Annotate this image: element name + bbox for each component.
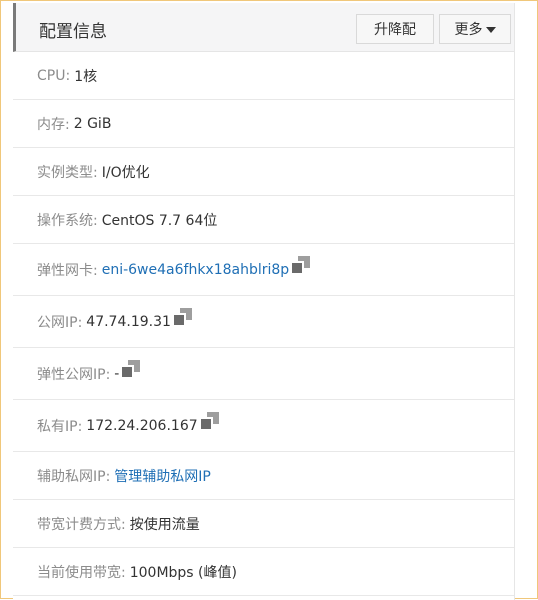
manage-secondary-ip-link[interactable]: 管理辅助私网IP — [114, 466, 211, 486]
row-eni: 弹性网卡: eni-6we4a6fhkx18ahblri8p — [13, 244, 514, 296]
row-bandwidth: 当前使用带宽: 100Mbps (峰值) — [13, 548, 514, 596]
public-ip-label: 公网IP: — [37, 314, 83, 331]
memory-label: 内存: — [37, 116, 70, 133]
config-info-panel: 配置信息 升降配 更多 CPU: 1核 内存: 2 GiB 实例类型: I/O优… — [13, 3, 515, 600]
row-public-ip: 公网IP: 47.74.19.31 — [13, 296, 514, 348]
caret-down-icon — [485, 27, 496, 33]
os-label: 操作系统: — [37, 212, 98, 229]
row-billing-method: 带宽计费方式: 按使用流量 — [13, 500, 514, 548]
row-eip: 弹性公网IP: - — [13, 348, 514, 400]
row-instance-type: 实例类型: I/O优化 — [13, 148, 514, 196]
upgrade-downgrade-label: 升降配 — [374, 22, 416, 38]
cpu-label: CPU: — [37, 67, 71, 84]
eip-value: - — [114, 365, 120, 382]
more-label: 更多 — [454, 22, 483, 38]
bandwidth-label: 当前使用带宽: — [37, 564, 126, 581]
row-secondary-ip: 辅助私网IP: 管理辅助私网IP — [13, 452, 514, 500]
os-value: CentOS 7.7 64位 — [101, 212, 218, 229]
row-memory: 内存: 2 GiB — [13, 100, 514, 148]
more-button[interactable]: 更多 — [439, 14, 511, 44]
row-os: 操作系统: CentOS 7.7 64位 — [13, 196, 514, 244]
private-ip-label: 私有IP: — [37, 418, 83, 435]
billing-method-value: 按使用流量 — [129, 516, 200, 533]
panel-title: 配置信息 — [39, 22, 107, 42]
eni-link[interactable]: eni-6we4a6fhkx18ahblri8p — [102, 262, 289, 278]
instance-type-label: 实例类型: — [37, 164, 98, 181]
upgrade-downgrade-button[interactable]: 升降配 — [356, 14, 434, 44]
memory-value: 2 GiB — [73, 115, 112, 132]
copy-icon[interactable] — [292, 256, 311, 273]
eip-label: 弹性公网IP: — [37, 366, 111, 383]
panel-header: 配置信息 升降配 更多 — [13, 3, 514, 52]
public-ip-value: 47.74.19.31 — [86, 313, 171, 330]
secondary-ip-label: 辅助私网IP: — [37, 468, 111, 485]
copy-icon[interactable] — [200, 412, 219, 429]
copy-icon[interactable] — [173, 308, 192, 325]
row-cpu: CPU: 1核 — [13, 52, 514, 100]
row-private-ip: 私有IP: 172.24.206.167 — [13, 400, 514, 452]
eni-label: 弹性网卡: — [37, 262, 98, 279]
cpu-value: 1核 — [74, 68, 98, 85]
copy-icon[interactable] — [122, 360, 141, 377]
billing-method-label: 带宽计费方式: — [37, 516, 126, 533]
instance-type-value: I/O优化 — [101, 164, 150, 181]
window-frame: 配置信息 升降配 更多 CPU: 1核 内存: 2 GiB 实例类型: I/O优… — [0, 0, 538, 600]
private-ip-value: 172.24.206.167 — [86, 417, 198, 434]
bandwidth-value: 100Mbps (峰值) — [129, 564, 237, 581]
